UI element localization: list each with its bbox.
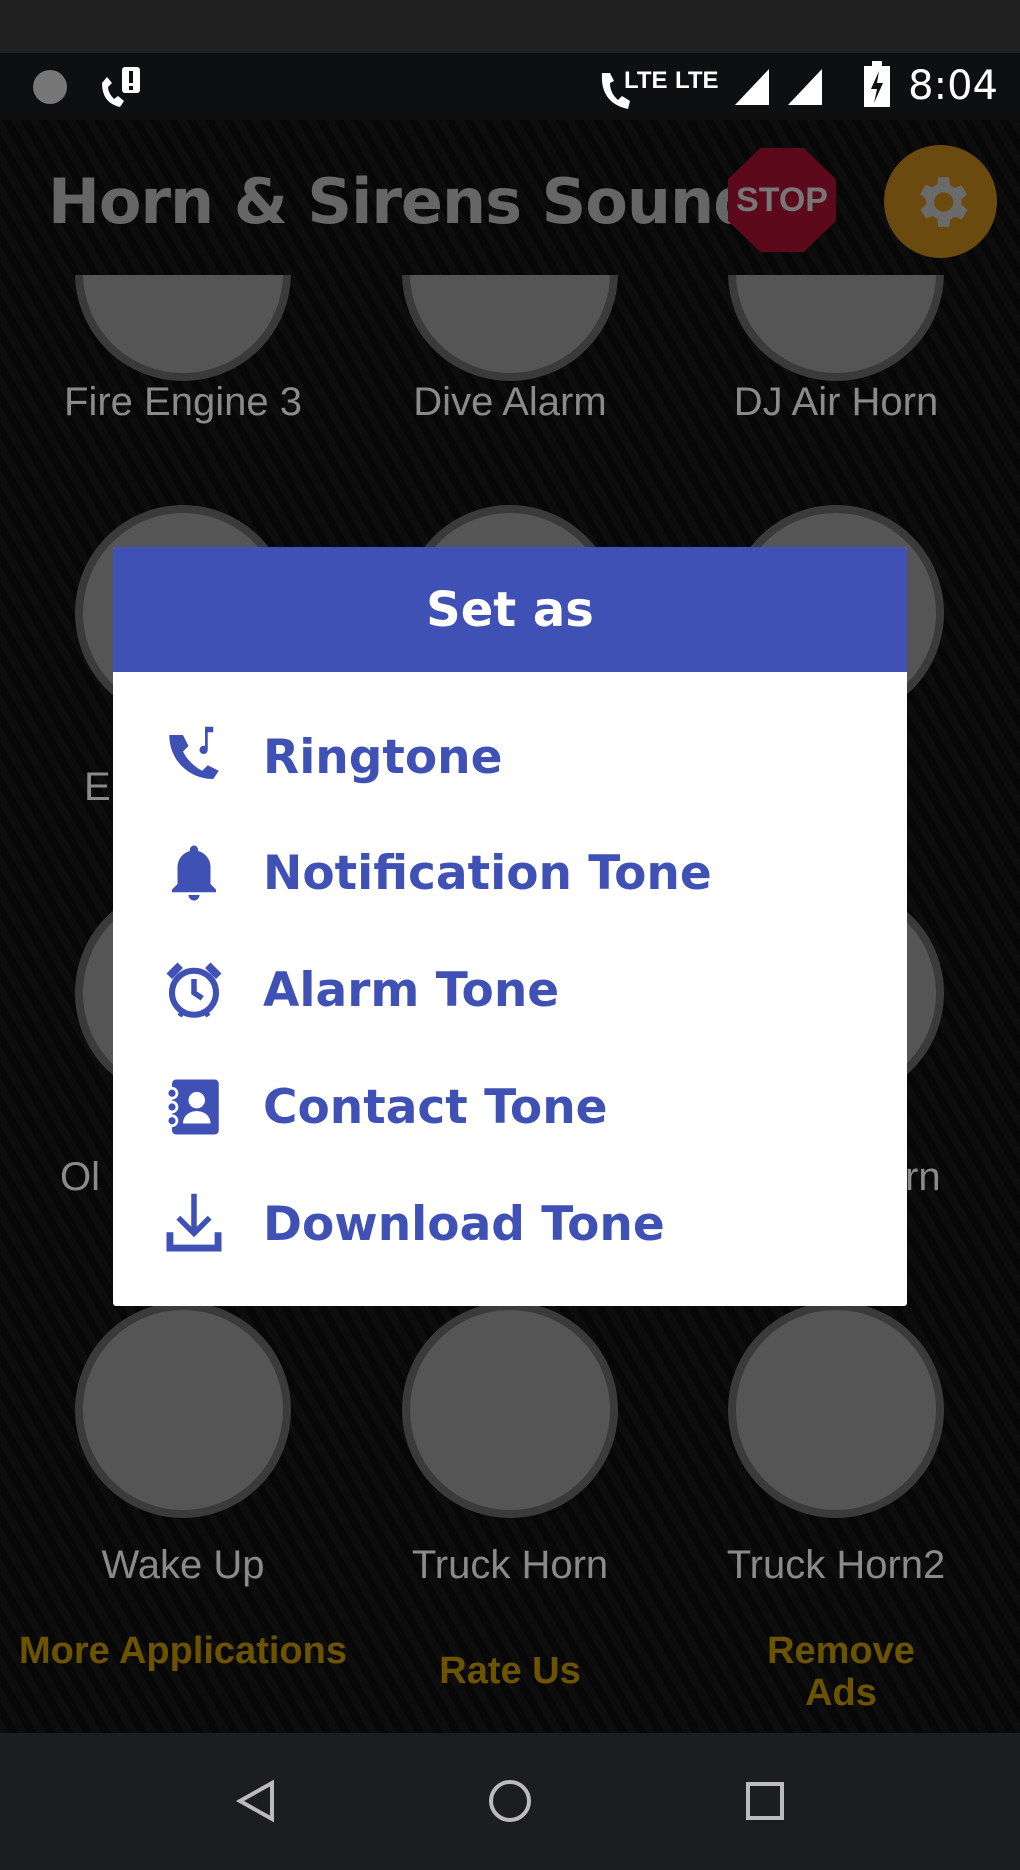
download-icon — [166, 1193, 222, 1252]
signal-icon — [788, 69, 822, 105]
phone-music-icon — [169, 726, 219, 779]
top-bar — [0, 0, 1020, 53]
sound-label[interactable]: Dive Alarm — [345, 380, 675, 425]
sound-label[interactable]: rn — [905, 1155, 941, 1200]
gear-icon — [919, 176, 967, 227]
app-title: Horn & Sirens Sound — [48, 165, 758, 238]
battery-charging-icon — [864, 61, 890, 107]
sound-label[interactable]: Fire Engine 3 — [18, 380, 348, 425]
alarm-tone-option[interactable]: Alarm Tone — [161, 945, 559, 1035]
sound-button[interactable] — [728, 275, 944, 381]
set-as-dialog: Set as Ringtone Notification Tone Alarm … — [113, 547, 907, 1306]
option-label: Notification Tone — [263, 845, 712, 901]
sound-label[interactable]: Truck Horn2 — [671, 1543, 1001, 1588]
more-applications-link[interactable]: More Applications — [18, 1630, 348, 1672]
bell-icon — [172, 845, 216, 901]
back-icon[interactable] — [234, 1779, 278, 1823]
missed-call-icon — [102, 67, 140, 107]
status-bar: LTE LTE 8:04 — [0, 53, 1020, 120]
sound-label[interactable]: Ol — [60, 1155, 100, 1200]
remove-ads-link[interactable]: Remove Ads — [676, 1630, 1006, 1714]
ringtone-option[interactable]: Ringtone — [161, 712, 503, 802]
home-icon[interactable] — [488, 1779, 532, 1823]
sound-button[interactable] — [402, 275, 618, 381]
navigation-bar — [0, 1733, 1020, 1870]
signal-icon — [735, 69, 769, 105]
sound-button[interactable] — [75, 275, 291, 381]
sound-button[interactable] — [75, 1302, 291, 1518]
sound-label[interactable]: Truck Horn — [345, 1543, 675, 1588]
sync-icon — [33, 70, 67, 104]
sound-button[interactable] — [728, 1302, 944, 1518]
clock: 8:04 — [908, 63, 998, 109]
contact-book-icon — [165, 1079, 219, 1135]
alarm-clock-icon — [166, 962, 222, 1018]
contact-tone-option[interactable]: Contact Tone — [161, 1062, 608, 1152]
lte-label: LTE — [675, 67, 719, 94]
recents-icon[interactable] — [745, 1781, 785, 1821]
sound-button[interactable] — [402, 1302, 618, 1518]
option-label: Alarm Tone — [263, 962, 560, 1018]
stop-button[interactable]: STOP — [728, 148, 836, 252]
dialog-title: Set as — [113, 547, 907, 672]
option-label: Contact Tone — [263, 1079, 608, 1135]
rate-us-link[interactable]: Rate Us — [345, 1650, 675, 1692]
option-label: Download Tone — [263, 1196, 665, 1252]
lte-label: LTE — [624, 67, 668, 94]
sound-label[interactable]: DJ Air Horn — [671, 380, 1001, 425]
notification-tone-option[interactable]: Notification Tone — [161, 828, 712, 918]
option-label: Ringtone — [263, 729, 503, 785]
sound-label[interactable]: Wake Up — [18, 1543, 348, 1588]
settings-button[interactable] — [884, 145, 997, 258]
download-tone-option[interactable]: Download Tone — [161, 1179, 665, 1269]
